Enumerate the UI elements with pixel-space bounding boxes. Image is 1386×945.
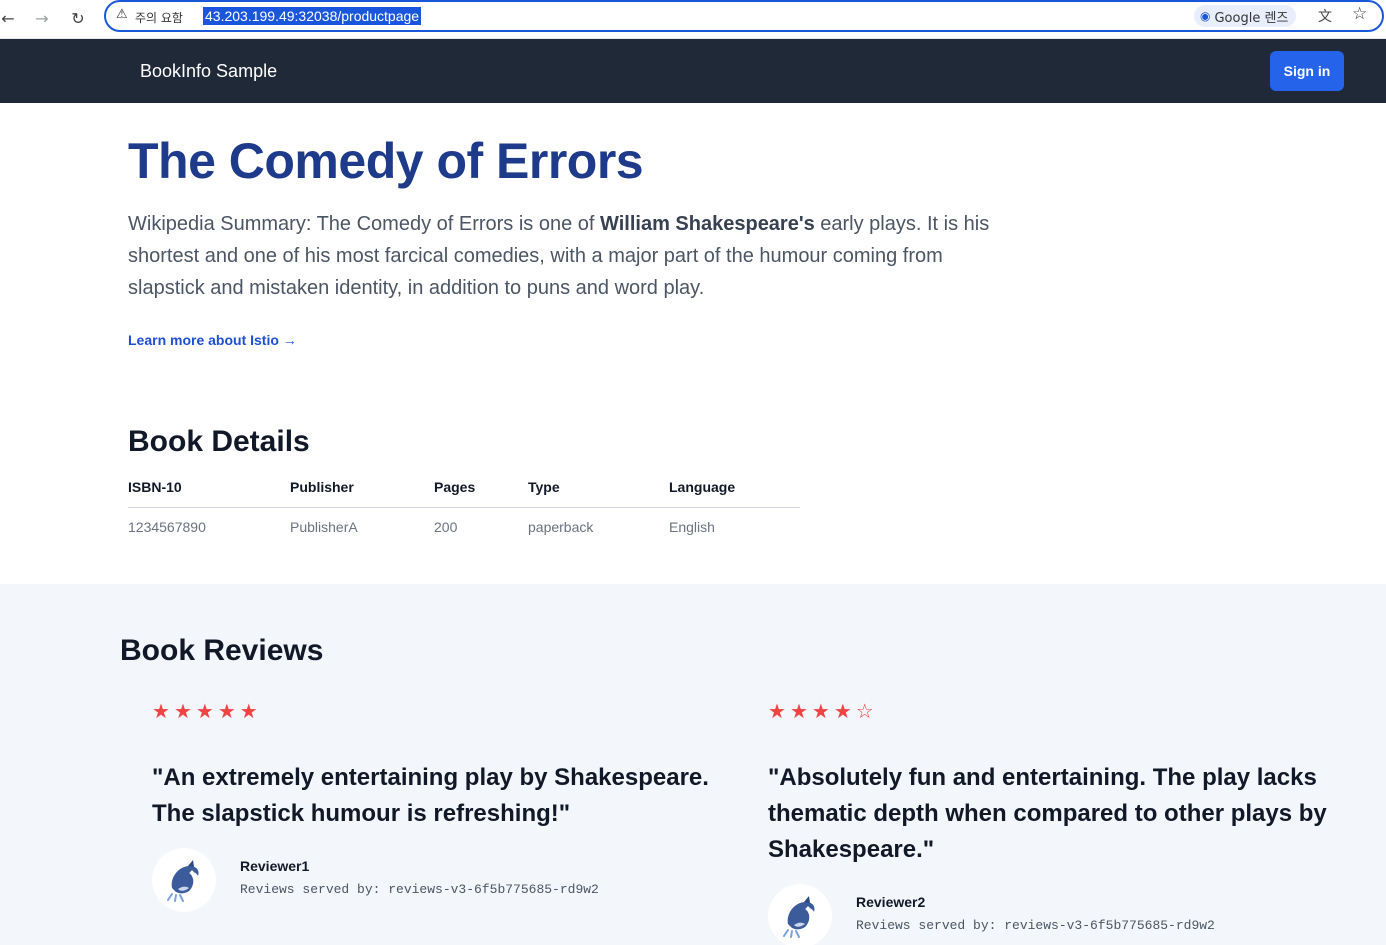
publisher-header: Publisher [290, 468, 434, 508]
back-arrow-icon[interactable]: ← [0, 6, 20, 30]
address-bar[interactable]: ⚠ 주의 요함 43.203.199.49:32038/productpage … [104, 0, 1384, 32]
page-title: The Comedy of Errors [128, 133, 644, 189]
book-details-heading: Book Details [128, 425, 310, 458]
star-filled-icon: ★ [173, 699, 192, 723]
lens-icon: ◉ [1200, 9, 1211, 23]
book-details-table: ISBN-10 Publisher Pages Type Language 12… [128, 468, 800, 547]
star-filled-icon: ★ [239, 699, 258, 723]
star-rating: ★ ★ ★ ★ ☆ [768, 700, 1328, 722]
warning-icon[interactable]: ⚠ [116, 7, 128, 22]
wikipedia-summary: Wikipedia Summary: The Comedy of Errors … [128, 208, 1018, 304]
table-row: 1234567890 PublisherA 200 paperback Engl… [128, 507, 800, 547]
review-quote: "An extremely entertaining play by Shake… [152, 764, 709, 827]
google-lens-label: Google 렌즈 [1214, 10, 1289, 26]
app-header: BookInfo Sample Sign in [0, 39, 1386, 103]
star-filled-icon: ★ [811, 699, 830, 723]
star-filled-icon: ★ [152, 699, 170, 723]
learn-more-istio-link[interactable]: Learn more about Istio → [128, 332, 297, 348]
bookmark-star-icon[interactable]: ☆ [1352, 4, 1367, 24]
book-reviews-heading: Book Reviews [120, 634, 324, 667]
dolphin-icon [768, 884, 832, 945]
url-text[interactable]: 43.203.199.49:32038/productpage [203, 7, 422, 25]
reviewer-name: Reviewer2 [856, 894, 926, 910]
reload-icon[interactable]: ↻ [66, 6, 90, 30]
reviews-section: Book Reviews ★ ★ ★ ★ ★ "An extremely enterta… [0, 584, 1386, 945]
star-filled-icon: ★ [768, 699, 786, 723]
google-lens-button[interactable]: ◉ Google 렌즈 [1194, 5, 1297, 27]
served-by-text: Reviews served by: reviews-v3-6f5b775685… [240, 882, 599, 897]
language-header: Language [669, 468, 800, 508]
pages-value: 200 [434, 519, 458, 536]
summary-prefix: Wikipedia Summary: The Comedy of Errors … [128, 213, 601, 235]
served-by-text: Reviews served by: reviews-v3-6f5b775685… [856, 918, 1215, 933]
forward-arrow-icon[interactable]: → [30, 6, 54, 30]
pages-header: Pages [434, 468, 528, 508]
review-card: ★ ★ ★ ★ ☆ "Absolutely fun and entertaining. … [768, 700, 1328, 945]
review-quote: "Absolutely fun and entertaining. The pl… [768, 764, 1327, 863]
star-empty-icon: ☆ [855, 699, 874, 723]
star-filled-icon: ★ [217, 699, 236, 723]
summary-author: William Shakespeare's [600, 213, 815, 235]
table-header-row: ISBN-10 Publisher Pages Type Language [128, 468, 800, 508]
dolphin-icon [152, 848, 216, 912]
reviewer-name: Reviewer1 [240, 858, 310, 874]
dolphin-avatar-graphic [167, 860, 199, 902]
brand-title[interactable]: BookInfo Sample [140, 61, 277, 82]
isbn-header: ISBN-10 [128, 468, 290, 508]
reviewer-info: Reviewer1 Reviews served by: reviews-v3-… [152, 848, 712, 912]
star-filled-icon: ★ [833, 699, 852, 723]
type-header: Type [528, 468, 669, 508]
isbn-value: 1234567890 [128, 519, 206, 536]
reviewer-info: Reviewer2 Reviews served by: reviews-v3-… [768, 884, 1328, 945]
dolphin-avatar-graphic [783, 896, 815, 938]
sign-in-button[interactable]: Sign in [1270, 51, 1344, 91]
language-value: English [669, 519, 715, 536]
review-card: ★ ★ ★ ★ ★ "An extremely entertaining play by… [152, 700, 712, 912]
star-filled-icon: ★ [195, 699, 214, 723]
star-filled-icon: ★ [789, 699, 808, 723]
type-value: paperback [528, 519, 594, 536]
translate-icon[interactable]: 文 [1318, 6, 1332, 26]
star-rating: ★ ★ ★ ★ ★ [152, 700, 712, 722]
browser-toolbar: ← → ↻ ⚠ 주의 요함 43.203.199.49:32038/produc… [0, 0, 1386, 39]
security-warning-label[interactable]: 주의 요함 [135, 9, 183, 26]
publisher-value: PublisherA [290, 519, 358, 536]
